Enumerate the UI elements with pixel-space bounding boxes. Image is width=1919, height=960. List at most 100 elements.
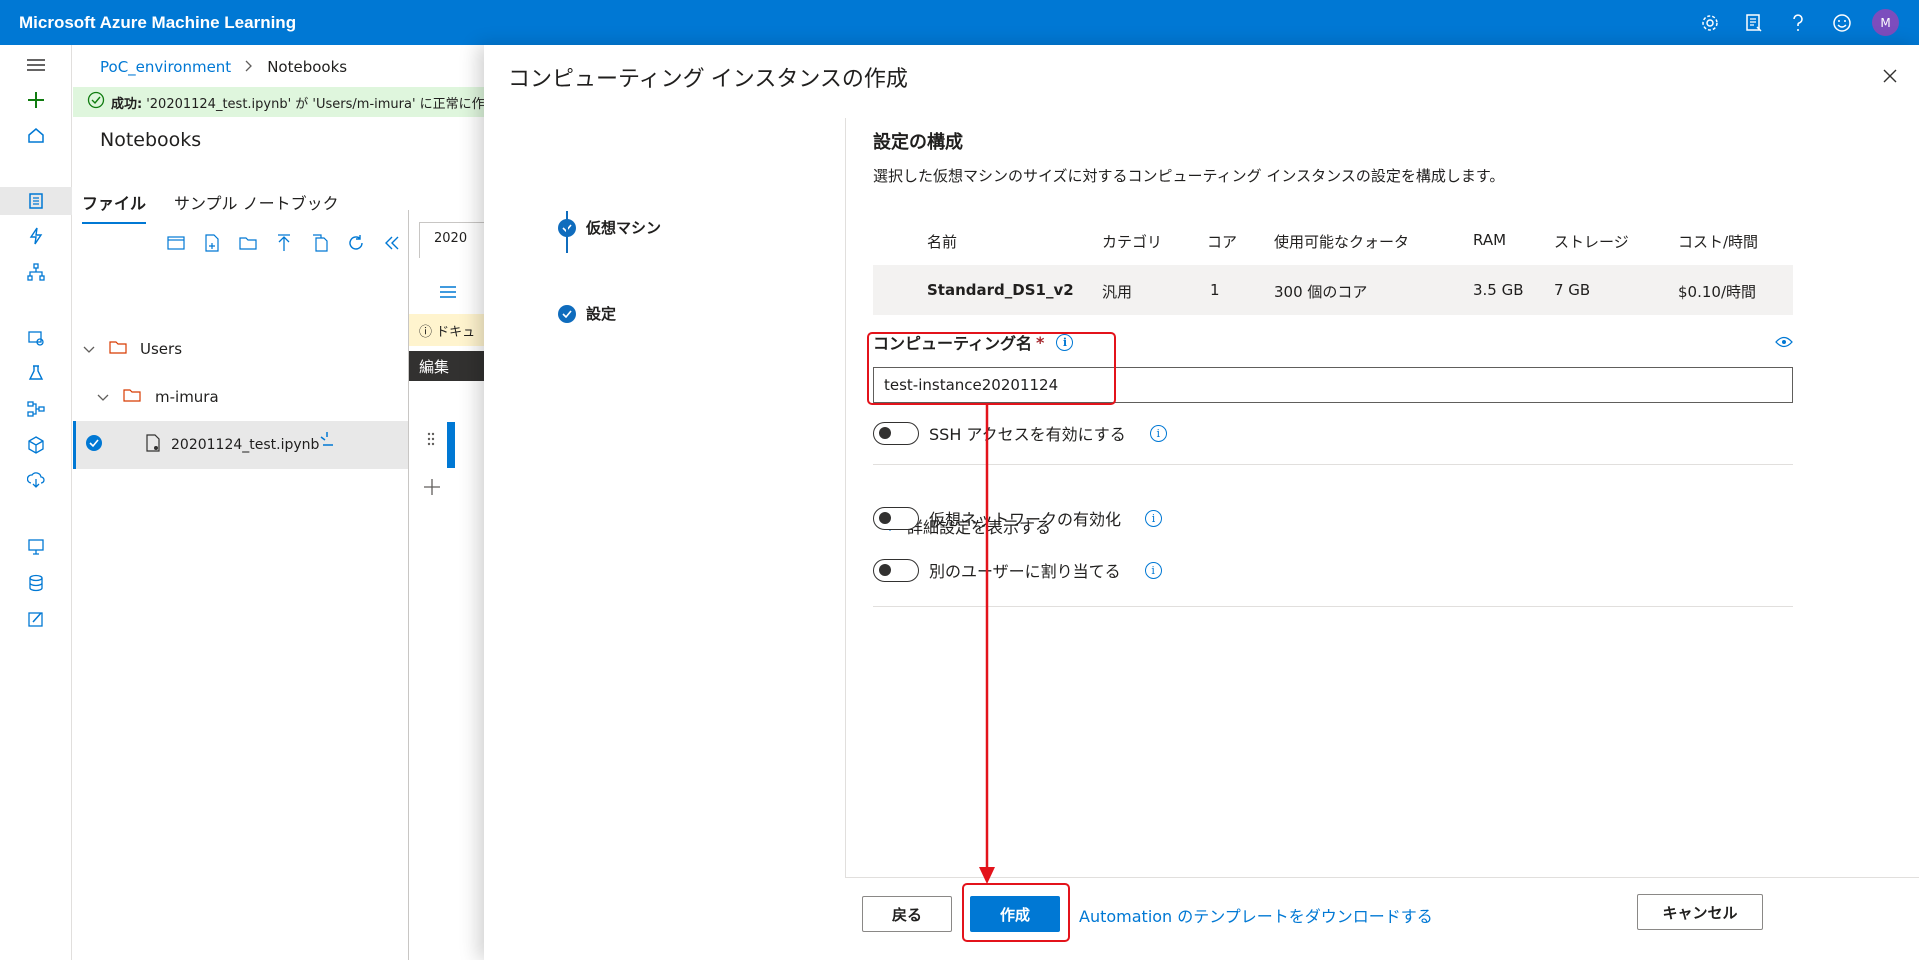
upload-icon[interactable] (273, 232, 295, 254)
tree-item-users[interactable]: Users (73, 325, 409, 373)
tree-item-label: m-imura (155, 388, 219, 406)
folder-icon (123, 388, 141, 406)
feedback-list-icon[interactable] (1740, 9, 1767, 36)
add-cell-icon[interactable] (423, 478, 441, 500)
wizard-steps: 仮想マシン 設定 (484, 118, 845, 960)
vnet-label: 仮想ネットワークの有効化 (929, 510, 1122, 529)
menu-icon[interactable] (439, 285, 457, 303)
cell-cores: 1 (1210, 281, 1220, 299)
gear-icon[interactable] (1696, 9, 1723, 36)
home-icon[interactable] (20, 121, 52, 149)
cell-focus-bar (447, 422, 455, 468)
cell-quota: 300 個のコア (1274, 283, 1368, 301)
new-file-icon[interactable] (201, 232, 223, 254)
smiley-icon[interactable] (1828, 9, 1855, 36)
cancel-button[interactable]: キャンセル (1637, 894, 1763, 930)
info-icon: ⓘ (419, 325, 433, 340)
success-label: 成功: (111, 96, 143, 112)
labeling-icon[interactable] (20, 605, 52, 633)
cell-name: Standard_DS1_v2 (927, 281, 1074, 299)
endpoints-icon[interactable] (20, 466, 52, 494)
step-label: 設定 (586, 305, 617, 323)
new-folder-icon[interactable] (237, 232, 259, 254)
notebook-tab-label: 2020 (434, 231, 468, 246)
divider (873, 464, 1793, 465)
help-icon[interactable] (1784, 9, 1811, 36)
table-row[interactable]: Standard_DS1_v2 汎用 1 300 個のコア 3.5 GB 7 G… (873, 265, 1793, 315)
tab-files[interactable]: ファイル (82, 190, 147, 224)
check-circle-icon (87, 91, 105, 113)
col-cost: コスト/時間 (1678, 233, 1759, 251)
datastores-icon[interactable] (20, 569, 52, 597)
breadcrumb: PoC_environment Notebooks (100, 53, 347, 81)
info-icon[interactable]: i (1145, 509, 1163, 527)
avatar[interactable]: M (1872, 9, 1899, 36)
hamburger-icon[interactable] (20, 51, 52, 79)
notebook-icon[interactable] (0, 187, 72, 215)
datasets-icon[interactable] (20, 324, 52, 352)
eye-icon[interactable] (1775, 334, 1793, 352)
create-compute-panel: コンピューティング インスタンスの作成 仮想マシン 設定 設定の構成 選択した仮… (484, 45, 1919, 960)
designer-icon[interactable] (20, 258, 52, 286)
compute-icon[interactable] (20, 533, 52, 561)
tree-item-notebook[interactable]: 20201124_test.ipynb (73, 421, 409, 469)
pipelines-icon[interactable] (20, 395, 52, 423)
terminal-icon[interactable] (165, 232, 187, 254)
automl-icon[interactable] (20, 222, 52, 250)
section-description: 選択した仮想マシンのサイズに対するコンピューティング インスタンスの設定を構成し… (873, 167, 1505, 185)
success-banner: 成功: '20201124_test.ipynb' が 'Users/m-imu… (73, 87, 493, 117)
info-icon[interactable]: i (1144, 561, 1162, 579)
col-category: カテゴリ (1102, 233, 1163, 251)
refresh-icon[interactable] (345, 232, 367, 254)
tab-sample-notebooks[interactable]: サンプル ノートブック (174, 190, 339, 224)
left-rail (0, 45, 72, 960)
ssh-label: SSH アクセスを有効にする (929, 425, 1126, 444)
assign-label: 別のユーザーに割り当てる (929, 562, 1121, 581)
tree-item-label: 20201124_test.ipynb (171, 437, 320, 453)
vnet-toggle[interactable] (873, 506, 919, 530)
chevron-down-icon[interactable] (97, 388, 109, 406)
folder-icon (109, 340, 127, 358)
breadcrumb-workspace[interactable]: PoC_environment (100, 58, 231, 76)
assign-user-toggle[interactable] (873, 558, 919, 582)
models-icon[interactable] (20, 431, 52, 459)
edit-bar[interactable]: 編集 (409, 351, 493, 381)
table-header-row: 名前 カテゴリ コア 使用可能なクォータ RAM ストレージ コスト/時間 (873, 215, 1793, 265)
file-tree: Users m-imura 20201124_test.ipynb (73, 325, 409, 469)
clone-icon[interactable] (309, 232, 331, 254)
section-title: 設定の構成 (873, 132, 963, 153)
warning-text: ドキュ (436, 325, 476, 340)
close-icon[interactable] (1879, 65, 1901, 87)
file-tabs: ファイル サンプル ノートブック (82, 190, 339, 224)
step-vm[interactable]: 仮想マシン (558, 217, 661, 238)
plus-icon[interactable] (20, 86, 52, 114)
cell-category: 汎用 (1102, 283, 1133, 301)
top-bar-icons: M (1696, 0, 1899, 45)
ssh-toggle[interactable] (873, 421, 919, 445)
download-template-link[interactable]: Automation のテンプレートをダウンロードする (1079, 903, 1433, 927)
doc-warning-banner: ⓘ ドキュ (409, 314, 493, 346)
experiments-icon[interactable] (20, 359, 52, 387)
check-icon (558, 304, 576, 323)
cell-storage: 7 GB (1554, 281, 1591, 299)
back-button[interactable]: 戻る (862, 896, 952, 932)
check-circle-icon[interactable] (85, 434, 103, 456)
file-toolbar (165, 232, 403, 254)
tree-item-user-folder[interactable]: m-imura (73, 373, 409, 421)
step-settings[interactable]: 設定 (558, 303, 616, 324)
notebook-file-icon (145, 434, 161, 456)
top-bar: Microsoft Azure Machine Learning M (0, 0, 1919, 45)
spinner-icon (319, 431, 335, 451)
col-ram: RAM (1473, 231, 1507, 249)
assign-toggle-row: 別のユーザーに割り当てる i (873, 558, 1162, 582)
annotation-box-create (962, 883, 1070, 942)
chevron-down-icon[interactable] (83, 340, 95, 358)
collapse-icon[interactable] (381, 232, 403, 254)
divider (873, 606, 1793, 607)
drag-handle-icon[interactable] (427, 432, 435, 450)
cell-cost: $0.10/時間 (1678, 283, 1756, 301)
app-title[interactable]: Microsoft Azure Machine Learning (19, 13, 296, 33)
info-icon[interactable]: i (1149, 424, 1167, 442)
notebooks-page: PoC_environment Notebooks 成功: '20201124_… (73, 45, 499, 960)
col-cores: コア (1207, 233, 1238, 251)
